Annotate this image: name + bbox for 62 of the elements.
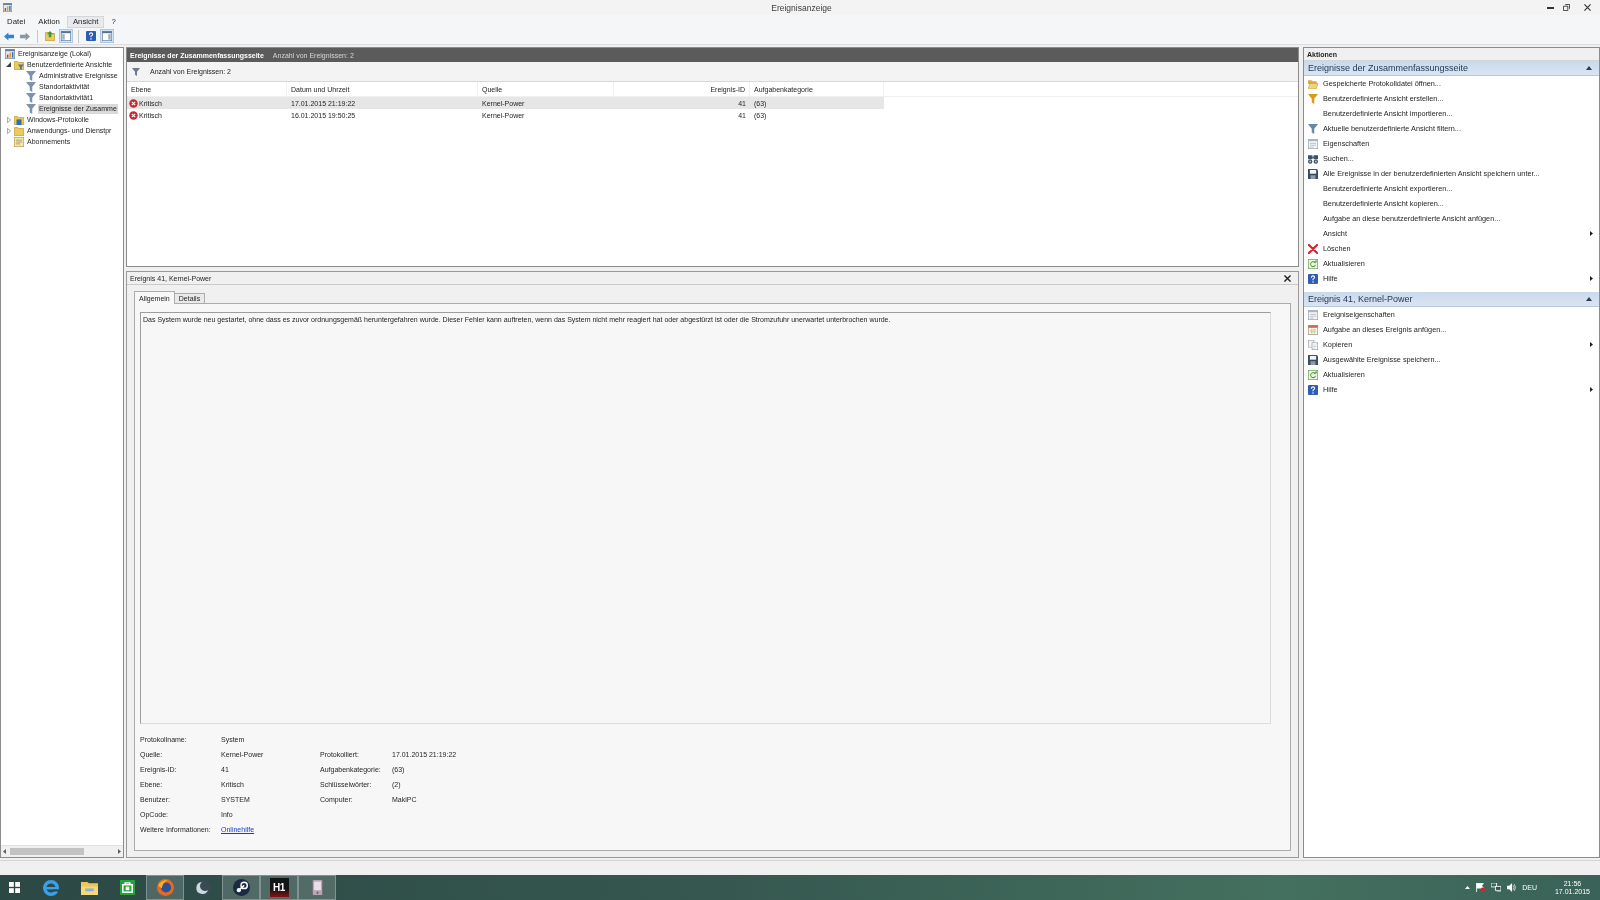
browser-icon (43, 879, 59, 896)
taskbar-app-button[interactable] (222, 875, 260, 900)
folder-funnel-icon (14, 59, 24, 70)
properties-window-icon (1308, 138, 1318, 149)
funnel-icon (26, 70, 36, 81)
flag-icon (1476, 883, 1486, 892)
funnel-icon (26, 103, 36, 114)
restore-icon (1562, 4, 1570, 11)
close-button[interactable] (1282, 273, 1292, 283)
crescent-icon (195, 879, 211, 896)
event-log-icon (5, 48, 15, 59)
help-icon (1308, 384, 1318, 395)
toolbar-button[interactable] (84, 29, 98, 43)
subscription-icon (14, 136, 24, 147)
funnel-icon (26, 81, 36, 92)
pane-layout-icon (61, 31, 71, 41)
folder-icon (80, 880, 98, 895)
forward-arrow-icon (20, 31, 30, 41)
start-icon (8, 882, 20, 893)
section-title: Ereignisse der Zusammenfassungsseite (1308, 63, 1469, 73)
scrollbar-thumb[interactable] (10, 848, 84, 855)
refresh-icon (1308, 369, 1318, 380)
funnel-icon (1308, 123, 1318, 134)
help-icon (1308, 273, 1318, 284)
toolbar-button[interactable] (43, 29, 57, 43)
binoculars-icon (1308, 153, 1318, 164)
shopping-bag-icon (119, 880, 135, 895)
log-folder-icon (14, 114, 24, 125)
help-icon (86, 31, 96, 41)
task-calendar-icon (1308, 324, 1318, 335)
section-title: Ereignis 41, Kernel-Power (1308, 294, 1413, 304)
horizontal-scrollbar[interactable] (1, 845, 123, 857)
tray-arrow-icon (1465, 886, 1471, 889)
folder-icon (14, 125, 24, 136)
close-icon (1583, 4, 1591, 11)
window-title: Ereignisanzeige (771, 2, 832, 13)
globe-icon (156, 879, 174, 896)
error-icon (129, 98, 138, 108)
taskbar-app-button[interactable]: H1 (260, 875, 298, 900)
funnel-icon (132, 67, 140, 76)
scroll-left-icon (3, 849, 6, 854)
funnel-icon (1308, 93, 1318, 104)
event-log-icon (3, 3, 12, 12)
funnel-icon (26, 92, 36, 103)
back-arrow-icon (4, 31, 14, 41)
properties-window-icon (1308, 309, 1318, 320)
network-icon (1491, 883, 1502, 892)
minimize-icon (1546, 6, 1554, 9)
toolbar-button[interactable] (59, 29, 73, 43)
toolbar-button[interactable] (100, 29, 114, 43)
scroll-right-icon (118, 849, 121, 854)
folder-up-icon (45, 31, 55, 41)
copy-icon (1308, 339, 1318, 350)
speaker-icon (1507, 883, 1517, 892)
error-icon (129, 110, 138, 120)
delete-icon (1308, 243, 1318, 254)
disc-app-icon (232, 879, 250, 896)
refresh-icon (1308, 258, 1318, 269)
device-icon (311, 879, 323, 896)
close-icon (1283, 274, 1291, 282)
open-folder-icon (1308, 78, 1318, 89)
pane-layout-icon (102, 31, 112, 41)
